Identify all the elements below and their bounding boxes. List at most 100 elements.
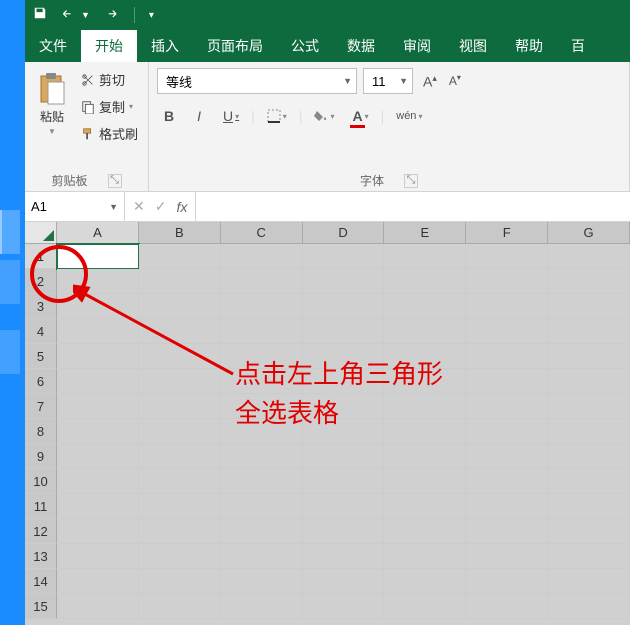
tab-help[interactable]: 帮助: [501, 30, 557, 62]
cell[interactable]: [139, 244, 221, 269]
cell[interactable]: [139, 269, 221, 294]
cell[interactable]: [548, 594, 630, 619]
cell[interactable]: [466, 519, 548, 544]
paste-button[interactable]: 粘贴 ▼: [33, 68, 71, 145]
cell[interactable]: [384, 444, 466, 469]
cell[interactable]: [384, 494, 466, 519]
cell[interactable]: [384, 244, 466, 269]
cell[interactable]: [139, 369, 221, 394]
cell[interactable]: [466, 394, 548, 419]
font-name-combo[interactable]: 等线 ▼: [157, 68, 357, 94]
select-all-corner[interactable]: [25, 222, 57, 244]
italic-button[interactable]: I: [187, 104, 211, 128]
row-header[interactable]: 4: [25, 319, 57, 344]
cell[interactable]: [139, 569, 221, 594]
row-header[interactable]: 15: [25, 594, 57, 619]
column-header[interactable]: G: [548, 222, 630, 244]
cell[interactable]: [303, 294, 385, 319]
cell[interactable]: [384, 469, 466, 494]
cell[interactable]: [57, 444, 139, 469]
cell[interactable]: [221, 394, 303, 419]
tab-review[interactable]: 审阅: [389, 30, 445, 62]
tab-formula[interactable]: 公式: [277, 30, 333, 62]
cell[interactable]: [548, 294, 630, 319]
cell[interactable]: [384, 419, 466, 444]
cell[interactable]: [221, 369, 303, 394]
cell[interactable]: [221, 544, 303, 569]
cell[interactable]: [466, 419, 548, 444]
copy-button[interactable]: 复制 ▾: [79, 95, 140, 118]
cell[interactable]: [139, 519, 221, 544]
cell[interactable]: [221, 269, 303, 294]
cell[interactable]: [57, 344, 139, 369]
undo-icon[interactable]: [61, 6, 77, 25]
cell[interactable]: [466, 244, 548, 269]
tab-view[interactable]: 视图: [445, 30, 501, 62]
row-header[interactable]: 8: [25, 419, 57, 444]
row-header[interactable]: 9: [25, 444, 57, 469]
clipboard-dialog-launcher[interactable]: ⤡: [108, 174, 122, 188]
cell[interactable]: [221, 419, 303, 444]
cell[interactable]: [384, 294, 466, 319]
border-button[interactable]: ▾: [261, 105, 293, 127]
cell[interactable]: [221, 444, 303, 469]
tab-file[interactable]: 文件: [25, 30, 81, 62]
cell[interactable]: [548, 544, 630, 569]
cell[interactable]: [57, 319, 139, 344]
column-header[interactable]: A: [57, 222, 139, 244]
cell[interactable]: [221, 494, 303, 519]
cell[interactable]: [303, 519, 385, 544]
cell[interactable]: [303, 544, 385, 569]
undo-dropdown-icon[interactable]: ▼: [81, 10, 90, 20]
cell[interactable]: [548, 419, 630, 444]
cell[interactable]: [139, 494, 221, 519]
cell[interactable]: [466, 319, 548, 344]
cell[interactable]: [139, 469, 221, 494]
cell[interactable]: [303, 569, 385, 594]
column-header[interactable]: B: [139, 222, 221, 244]
cell[interactable]: [466, 569, 548, 594]
qat-customize-icon[interactable]: ▾: [149, 10, 154, 21]
cell[interactable]: [384, 319, 466, 344]
name-box[interactable]: A1 ▼: [25, 192, 125, 221]
cell[interactable]: [384, 394, 466, 419]
cell[interactable]: [139, 319, 221, 344]
cell[interactable]: [466, 494, 548, 519]
cell[interactable]: [548, 369, 630, 394]
tab-home[interactable]: 开始: [81, 30, 137, 62]
save-icon[interactable]: [33, 6, 47, 25]
cancel-formula-button[interactable]: ✕: [133, 198, 145, 215]
cell[interactable]: [139, 594, 221, 619]
cell[interactable]: [303, 419, 385, 444]
tab-layout[interactable]: 页面布局: [193, 30, 277, 62]
cell[interactable]: [303, 469, 385, 494]
cell[interactable]: [548, 569, 630, 594]
cell[interactable]: [139, 294, 221, 319]
font-dialog-launcher[interactable]: ⤡: [404, 174, 418, 188]
column-header[interactable]: D: [303, 222, 385, 244]
cell[interactable]: [384, 344, 466, 369]
cell[interactable]: [303, 269, 385, 294]
cell[interactable]: [57, 544, 139, 569]
row-header[interactable]: 3: [25, 294, 57, 319]
cell[interactable]: [466, 594, 548, 619]
row-header[interactable]: 14: [25, 569, 57, 594]
column-header[interactable]: F: [466, 222, 548, 244]
cell[interactable]: [303, 369, 385, 394]
cell[interactable]: [303, 444, 385, 469]
cell[interactable]: [57, 519, 139, 544]
fx-icon[interactable]: fx: [176, 199, 187, 215]
cell[interactable]: [384, 269, 466, 294]
cell[interactable]: [303, 394, 385, 419]
cell[interactable]: [139, 444, 221, 469]
cell[interactable]: [548, 394, 630, 419]
cell[interactable]: [548, 344, 630, 369]
cell[interactable]: [57, 294, 139, 319]
cut-button[interactable]: 剪切: [79, 68, 140, 91]
cell[interactable]: [466, 469, 548, 494]
cell[interactable]: [384, 369, 466, 394]
row-header[interactable]: 10: [25, 469, 57, 494]
cell[interactable]: [57, 594, 139, 619]
row-header[interactable]: 11: [25, 494, 57, 519]
cell[interactable]: [57, 469, 139, 494]
